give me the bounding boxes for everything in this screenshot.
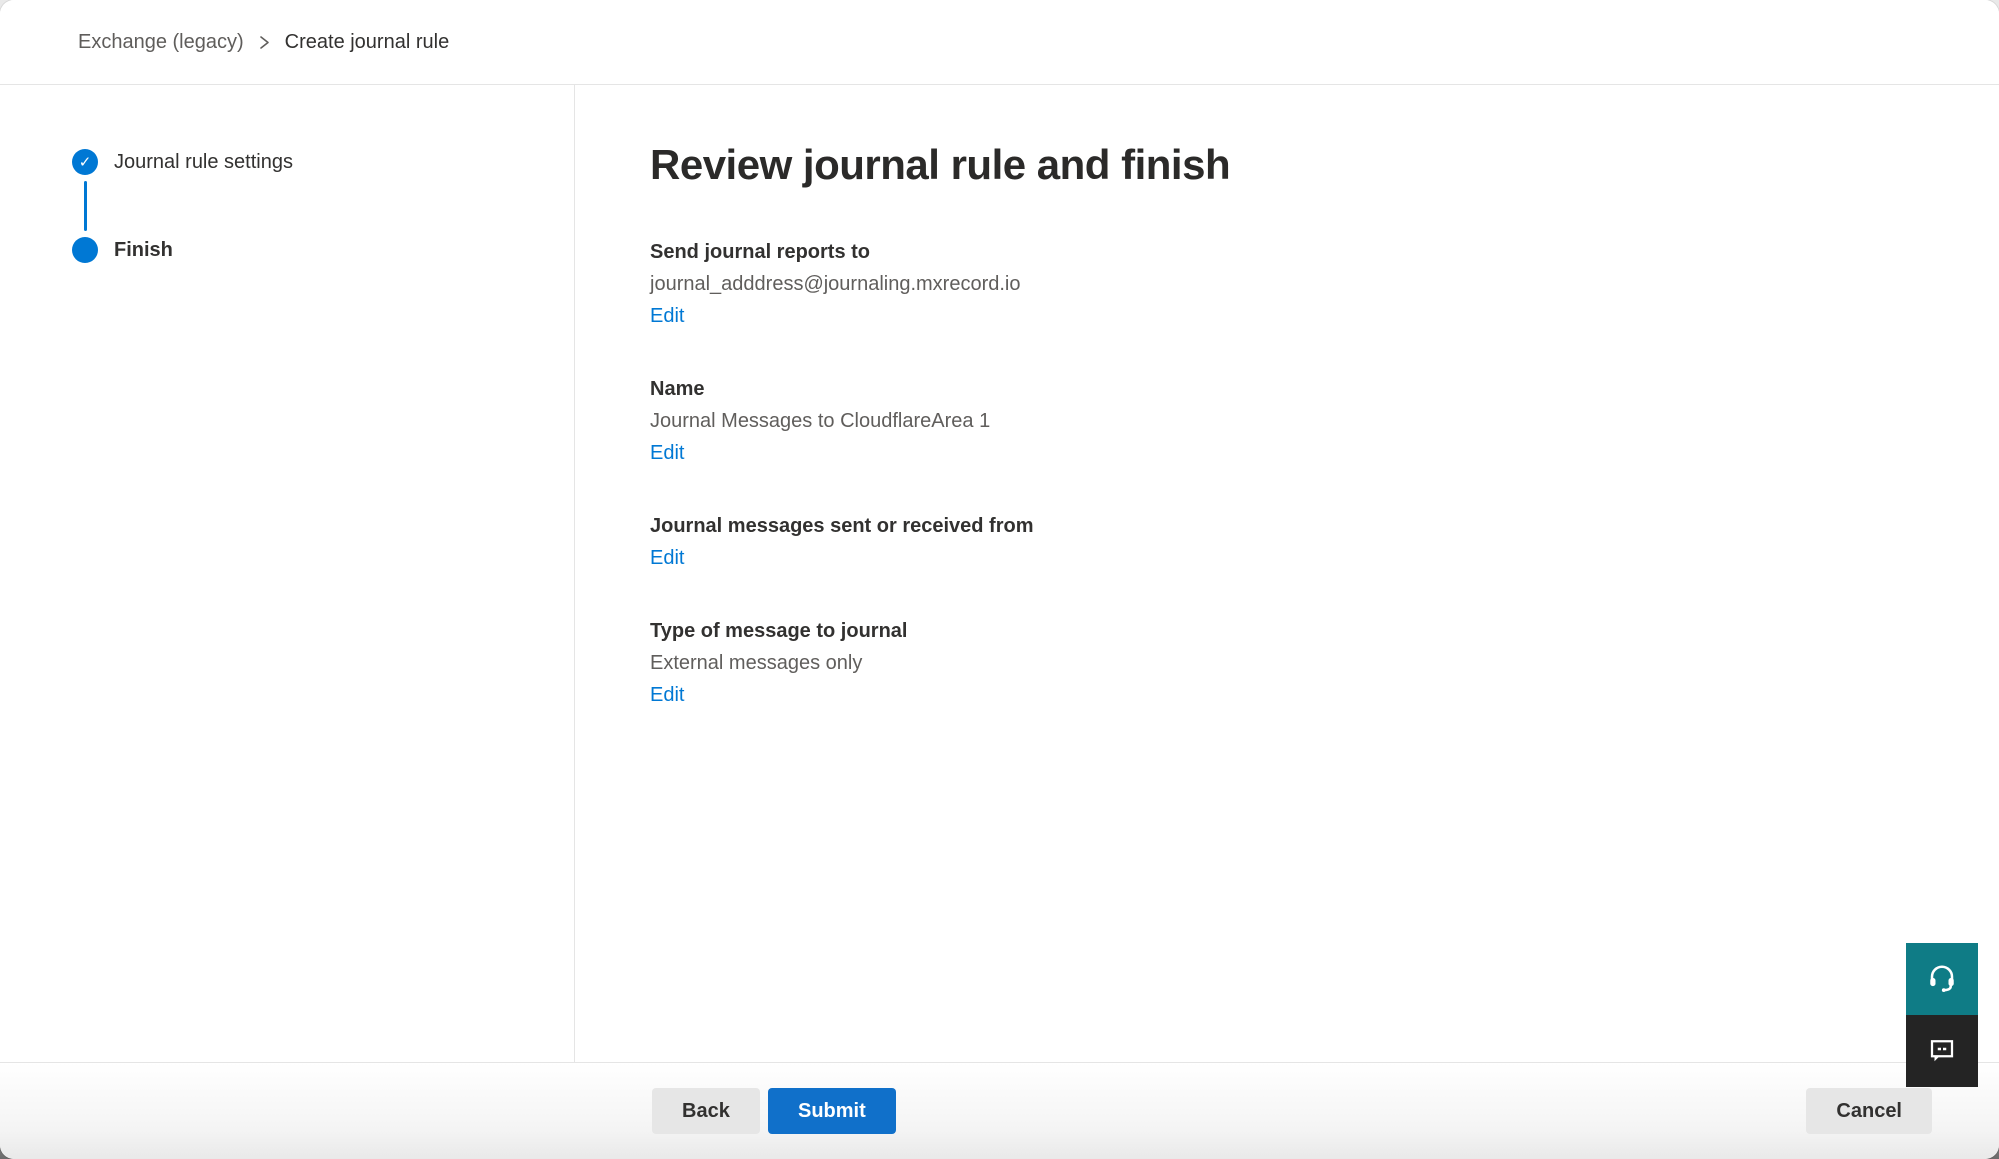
- message-type-value: External messages only: [650, 652, 1959, 675]
- create-journal-rule-window: Exchange (legacy) Create journal rule ✓ …: [0, 0, 1999, 1159]
- step-connector-line: [84, 181, 87, 231]
- section-heading: Type of message to journal: [650, 620, 1959, 643]
- edit-name-link[interactable]: Edit: [650, 442, 684, 465]
- help-button[interactable]: [1906, 943, 1978, 1015]
- floating-side-buttons: [1906, 943, 1978, 1087]
- step-label: Journal rule settings: [114, 151, 293, 174]
- breadcrumb-create-journal-rule: Create journal rule: [285, 31, 450, 54]
- page-title: Review journal rule and finish: [650, 141, 1959, 189]
- submit-button[interactable]: Submit: [768, 1088, 896, 1134]
- chevron-right-icon: [258, 35, 271, 50]
- cancel-button[interactable]: Cancel: [1806, 1088, 1932, 1134]
- back-button[interactable]: Back: [652, 1088, 760, 1134]
- section-send-journal-reports-to: Send journal reports to journal_adddress…: [650, 241, 1959, 328]
- step-finish[interactable]: Finish: [72, 237, 574, 263]
- edit-message-type-link[interactable]: Edit: [650, 684, 684, 707]
- headset-icon: [1927, 963, 1957, 996]
- feedback-button[interactable]: [1906, 1015, 1978, 1087]
- breadcrumb: Exchange (legacy) Create journal rule: [0, 0, 1999, 85]
- section-heading: Name: [650, 378, 1959, 401]
- section-heading: Journal messages sent or received from: [650, 515, 1959, 538]
- rule-name-value: Journal Messages to CloudflareArea 1: [650, 410, 1959, 433]
- step-completed-check-icon: ✓: [72, 149, 98, 175]
- wizard-steps-sidebar: ✓ Journal rule settings Finish: [0, 85, 575, 1062]
- breadcrumb-exchange-legacy[interactable]: Exchange (legacy): [78, 31, 244, 54]
- action-bar: Back Submit Cancel: [0, 1062, 1999, 1159]
- edit-scope-link[interactable]: Edit: [650, 547, 684, 570]
- feedback-icon: [1927, 1035, 1957, 1068]
- step-current-dot-icon: [72, 237, 98, 263]
- edit-send-journal-reports-link[interactable]: Edit: [650, 305, 684, 328]
- review-panel: Review journal rule and finish Send jour…: [575, 85, 1999, 1062]
- step-journal-rule-settings[interactable]: ✓ Journal rule settings: [72, 149, 574, 175]
- journal-report-address-value: journal_adddress@journaling.mxrecord.io: [650, 273, 1959, 296]
- section-heading: Send journal reports to: [650, 241, 1959, 264]
- content-row: ✓ Journal rule settings Finish Review jo…: [0, 85, 1999, 1062]
- section-type-of-message: Type of message to journal External mess…: [650, 620, 1959, 707]
- section-name: Name Journal Messages to CloudflareArea …: [650, 378, 1959, 465]
- section-journal-messages-sent-or-received: Journal messages sent or received from E…: [650, 515, 1959, 570]
- step-label: Finish: [114, 239, 173, 262]
